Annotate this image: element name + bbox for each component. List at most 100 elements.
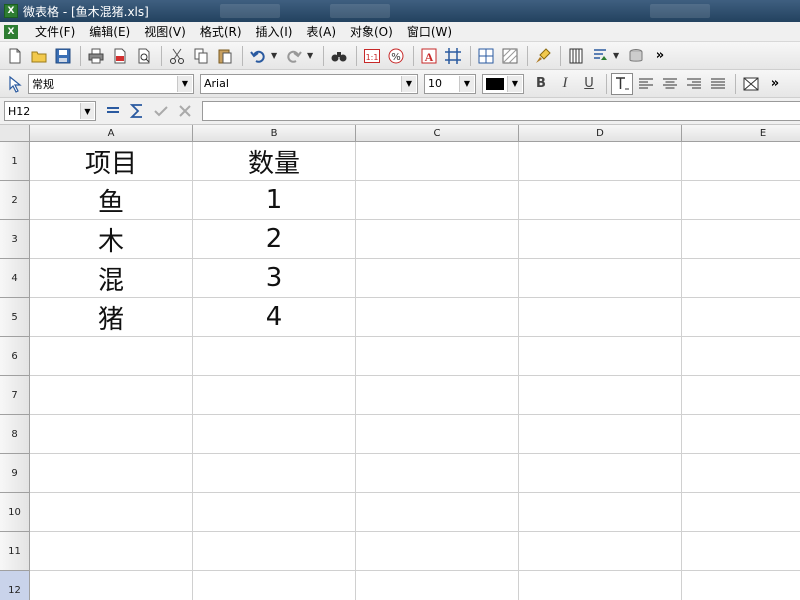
row-header-9[interactable]: 9 xyxy=(0,454,30,493)
new-document-icon[interactable] xyxy=(4,45,26,67)
cell-d7[interactable] xyxy=(519,376,682,415)
redo-icon[interactable] xyxy=(283,45,305,67)
ratio-icon[interactable]: 1:1 xyxy=(361,45,383,67)
cell-d11[interactable] xyxy=(519,532,682,571)
save-icon[interactable] xyxy=(52,45,74,67)
copy-icon[interactable] xyxy=(190,45,212,67)
cell-e12[interactable] xyxy=(682,571,800,600)
select-pointer-icon[interactable] xyxy=(4,73,26,95)
font-size-combo[interactable]: 10 ▼ xyxy=(424,73,476,94)
percent-format-icon[interactable]: % xyxy=(385,45,407,67)
paste-icon[interactable] xyxy=(214,45,236,67)
cell-c7[interactable] xyxy=(356,376,519,415)
style-combo[interactable]: 常规 ▼ xyxy=(28,73,194,94)
cut-icon[interactable] xyxy=(166,45,188,67)
column-select-icon[interactable] xyxy=(565,45,587,67)
bold-button[interactable]: B xyxy=(530,73,552,95)
cell-b3[interactable]: 2 xyxy=(193,220,356,259)
select-all-corner[interactable] xyxy=(0,125,30,142)
document-icon[interactable]: X xyxy=(4,24,18,39)
equals-icon[interactable] xyxy=(102,100,124,122)
cell-e9[interactable] xyxy=(682,454,800,493)
menu-edit[interactable]: 编辑(E) xyxy=(82,23,137,41)
cell-d12[interactable] xyxy=(519,571,682,600)
sort-icon[interactable] xyxy=(589,45,611,67)
column-header-d[interactable]: D xyxy=(519,125,682,142)
row-header-3[interactable]: 3 xyxy=(0,220,30,259)
column-header-c[interactable]: C xyxy=(356,125,519,142)
column-header-b[interactable]: B xyxy=(193,125,356,142)
column-header-e[interactable]: E xyxy=(682,125,800,142)
row-header-10[interactable]: 10 xyxy=(0,493,30,532)
font-name-combo[interactable]: Arial ▼ xyxy=(200,73,418,94)
cell-c12[interactable] xyxy=(356,571,519,600)
cell-d2[interactable] xyxy=(519,181,682,220)
row-header-4[interactable]: 4 xyxy=(0,259,30,298)
cell-d1[interactable] xyxy=(519,142,682,181)
cell-e7[interactable] xyxy=(682,376,800,415)
cell-d9[interactable] xyxy=(519,454,682,493)
menu-view[interactable]: 视图(V) xyxy=(137,23,193,41)
chevron-down-icon[interactable]: ▼ xyxy=(459,75,474,92)
cell-d5[interactable] xyxy=(519,298,682,337)
cell-a6[interactable] xyxy=(30,337,193,376)
redo-dropdown-icon[interactable]: ▼ xyxy=(307,51,315,60)
frame-icon[interactable] xyxy=(442,45,464,67)
row-header-12[interactable]: 12 xyxy=(0,571,30,600)
shading-icon[interactable] xyxy=(499,45,521,67)
cell-d4[interactable] xyxy=(519,259,682,298)
cell-e4[interactable] xyxy=(682,259,800,298)
row-header-1[interactable]: 1 xyxy=(0,142,30,181)
cell-c3[interactable] xyxy=(356,220,519,259)
merge-cells-icon[interactable] xyxy=(740,73,762,95)
cell-a9[interactable] xyxy=(30,454,193,493)
cell-c1[interactable] xyxy=(356,142,519,181)
chevron-down-icon[interactable]: ▼ xyxy=(507,75,522,92)
cell-c2[interactable] xyxy=(356,181,519,220)
cell-reference-box[interactable]: H12 ▼ xyxy=(4,101,96,121)
row-header-11[interactable]: 11 xyxy=(0,532,30,571)
cell-a10[interactable] xyxy=(30,493,193,532)
formula-input[interactable] xyxy=(202,101,800,121)
row-header-6[interactable]: 6 xyxy=(0,337,30,376)
menu-insert[interactable]: 插入(I) xyxy=(249,23,300,41)
accept-check-icon[interactable] xyxy=(150,100,172,122)
text-direction-icon[interactable] xyxy=(611,72,633,95)
font-color-combo[interactable]: ▼ xyxy=(482,73,524,94)
cell-b1[interactable]: 数量 xyxy=(193,142,356,181)
undo-dropdown-icon[interactable]: ▼ xyxy=(271,51,279,60)
chevron-down-icon[interactable]: ▼ xyxy=(80,103,94,119)
export-pdf-icon[interactable] xyxy=(109,45,131,67)
database-icon[interactable] xyxy=(625,45,647,67)
cell-b9[interactable] xyxy=(193,454,356,493)
cell-e3[interactable] xyxy=(682,220,800,259)
cell-a3[interactable]: 木 xyxy=(30,220,193,259)
cell-e5[interactable] xyxy=(682,298,800,337)
cell-d10[interactable] xyxy=(519,493,682,532)
align-right-icon[interactable] xyxy=(683,73,705,95)
cell-e11[interactable] xyxy=(682,532,800,571)
cell-c5[interactable] xyxy=(356,298,519,337)
sort-dropdown-icon[interactable]: ▼ xyxy=(613,51,621,60)
cell-b4[interactable]: 3 xyxy=(193,259,356,298)
borders-icon[interactable] xyxy=(475,45,497,67)
menu-table[interactable]: 表(A) xyxy=(299,23,343,41)
chevron-down-icon[interactable]: ▼ xyxy=(177,75,192,92)
cell-c9[interactable] xyxy=(356,454,519,493)
cell-a2[interactable]: 鱼 xyxy=(30,181,193,220)
undo-icon[interactable] xyxy=(247,45,269,67)
italic-button[interactable]: I xyxy=(554,73,576,95)
cell-a1[interactable]: 项目 xyxy=(30,142,193,181)
cell-a8[interactable] xyxy=(30,415,193,454)
cell-a5[interactable]: 猪 xyxy=(30,298,193,337)
cell-b2[interactable]: 1 xyxy=(193,181,356,220)
cell-d8[interactable] xyxy=(519,415,682,454)
cell-b11[interactable] xyxy=(193,532,356,571)
text-box-icon[interactable]: A xyxy=(418,45,440,67)
cell-c6[interactable] xyxy=(356,337,519,376)
cell-b12[interactable] xyxy=(193,571,356,600)
cell-e8[interactable] xyxy=(682,415,800,454)
chevron-down-icon[interactable]: ▼ xyxy=(401,75,416,92)
cell-e2[interactable] xyxy=(682,181,800,220)
cell-c4[interactable] xyxy=(356,259,519,298)
